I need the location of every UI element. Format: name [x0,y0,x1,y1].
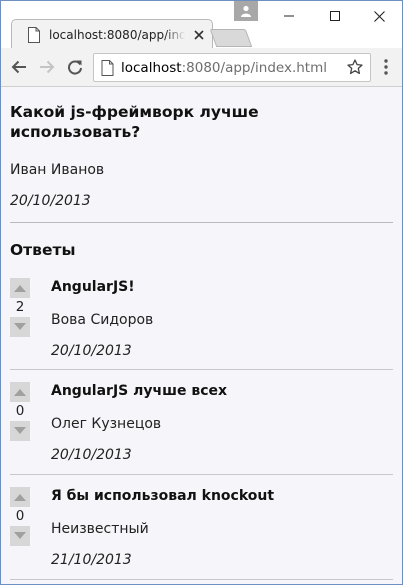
question-title: Какой js-фреймворк лучше использовать? [10,103,259,141]
triangle-up-icon [14,389,26,396]
answer-title: AngularJS! [51,279,135,295]
arrow-right-icon[interactable] [37,57,57,77]
vote-control: 2 [10,278,30,337]
answers-heading: Ответы [10,241,76,259]
reload-icon[interactable] [65,57,85,77]
answer-body: AngularJS лучше всех Олег Кузнецов 20/10… [51,370,393,464]
answer-author: Неизвестный [51,521,149,537]
vote-count: 0 [15,508,25,524]
question-date: 20/10/2013 [10,193,91,209]
vote-up-button[interactable] [10,487,30,507]
page-icon [27,27,41,43]
triangle-down-icon [14,427,26,434]
address-bar[interactable]: localhost:8080/app/index.html [93,53,371,82]
more-vertical-icon[interactable] [376,57,396,77]
url-path: :8080/app/index.html [181,59,327,76]
new-tab-button[interactable] [209,29,253,47]
answer-date: 20/10/2013 [51,447,132,463]
minimize-button[interactable] [266,1,312,31]
arrow-left-icon[interactable] [9,57,29,77]
vote-control: 0 [10,487,30,546]
title-bar: localhost:8080/app/index.html [1,1,402,49]
answer-item: 0 AngularJS лучше всех Олег Кузнецов 20/… [10,370,393,475]
question-author: Иван Иванов [10,162,105,178]
answer-item: 0 Я бы использовал knockout Неизвестный … [10,475,393,580]
url-host: localhost [121,59,182,76]
answer-date: 21/10/2013 [51,552,132,568]
answer-title: AngularJS лучше всех [51,383,228,399]
vote-count: 0 [15,403,25,419]
vote-count: 2 [15,299,25,315]
answer-author: Олег Кузнецов [51,416,162,432]
answer-body: AngularJS! Вова Сидоров 20/10/2013 [51,266,393,360]
maximize-button[interactable] [312,1,358,31]
vote-down-button[interactable] [10,526,30,546]
triangle-up-icon [14,285,26,292]
triangle-down-icon [14,323,26,330]
vote-up-button[interactable] [10,382,30,402]
answer-author: Вова Сидоров [51,312,154,328]
star-icon[interactable] [347,59,363,75]
url-text: localhost:8080/app/index.html [121,60,327,76]
vote-down-button[interactable] [10,317,30,337]
triangle-up-icon [14,494,26,501]
browser-toolbar: localhost:8080/app/index.html [1,48,402,87]
triangle-down-icon [14,532,26,539]
divider [10,222,393,223]
answer-title: Я бы использовал knockout [51,488,275,504]
window-close-button[interactable] [356,1,402,31]
close-icon[interactable] [193,29,205,41]
vote-control: 0 [10,382,30,441]
page-content: Какой js-фреймворк лучше использовать? И… [1,87,402,584]
vote-down-button[interactable] [10,421,30,441]
page-icon[interactable] [101,59,115,76]
answer-item: 2 AngularJS! Вова Сидоров 20/10/2013 [10,266,393,370]
browser-window: localhost:8080/app/index.html [0,0,403,585]
tab-title: localhost:8080/app/index.html [49,28,185,42]
answer-body: Я бы использовал knockout Неизвестный 21… [51,475,393,569]
browser-tab-content[interactable]: localhost:8080/app/index.html [15,21,205,49]
answer-date: 20/10/2013 [51,343,132,359]
person-icon[interactable] [234,1,258,21]
vote-up-button[interactable] [10,278,30,298]
